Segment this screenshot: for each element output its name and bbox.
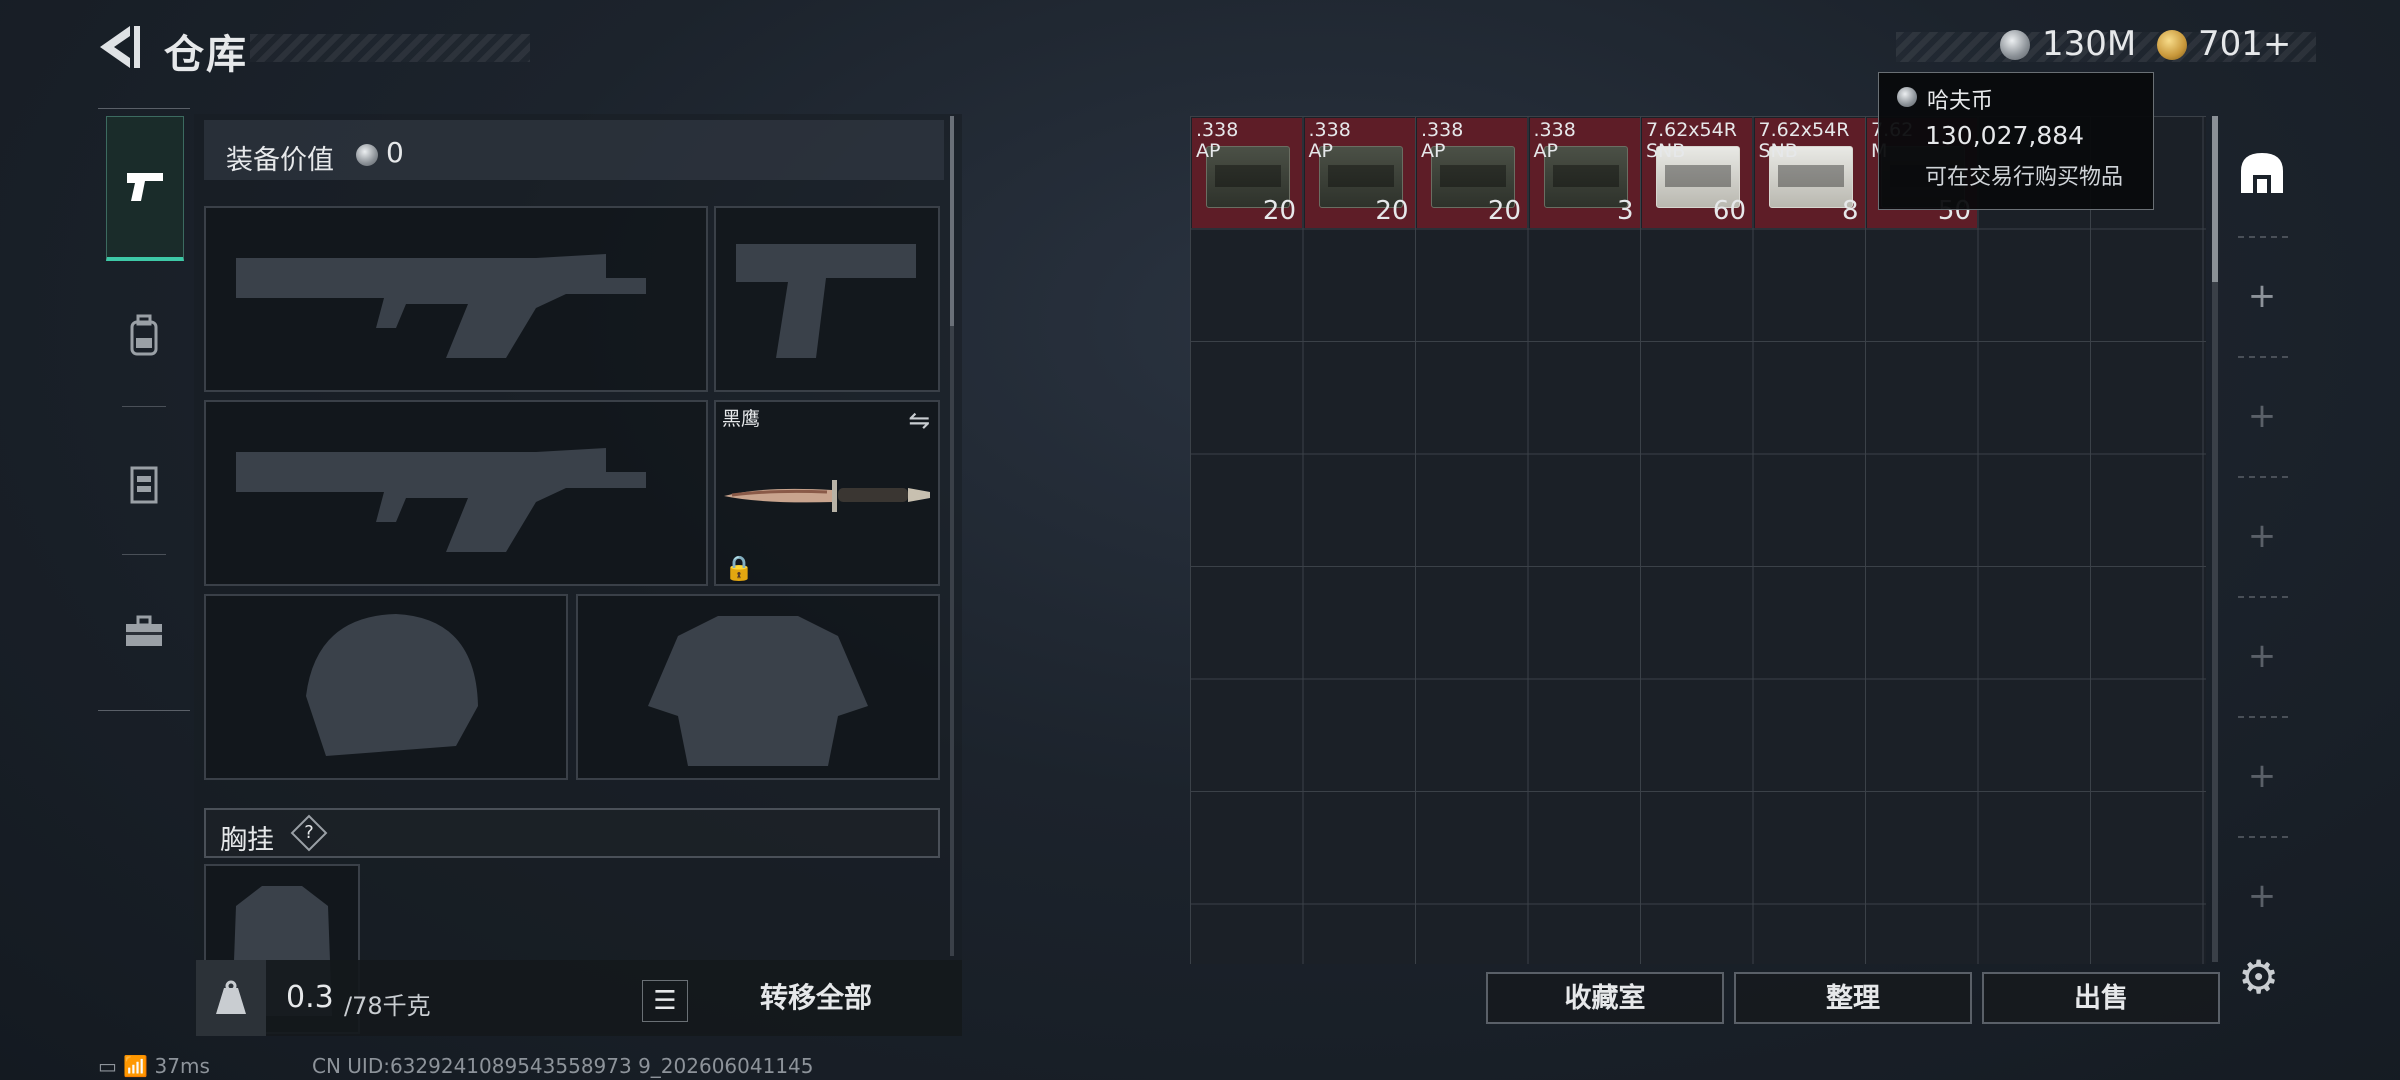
organize-button[interactable]: 整理 [1734, 972, 1972, 1024]
vest-icon [130, 466, 158, 504]
tooltip-currency-name: 哈夫币 [1927, 89, 1994, 114]
havoc-coin-balance[interactable]: 130M [2042, 24, 2136, 64]
secondary-weapon-slot[interactable] [204, 400, 708, 586]
weight-icon [196, 960, 266, 1036]
help-mark: ? [304, 822, 314, 843]
primary-weapon-slot[interactable] [204, 206, 708, 392]
chest-rig-header: 胸挂 ? [204, 808, 940, 858]
stash-item[interactable]: .338 AP 20 [1192, 118, 1302, 228]
tab-case[interactable] [106, 562, 182, 702]
melee-slot[interactable]: 黑鹰 ⇋ 🔒 [714, 400, 940, 586]
equipment-panel: 装备价值 0 黑鹰 ⇋ 🔒 胸挂 ? [194, 114, 962, 1034]
weight-bar: 0.3 /78千克 ☰ 转移全部 [196, 960, 962, 1036]
item-name: .338 AP [1421, 119, 1464, 162]
havoc-coin-icon [1897, 87, 1917, 107]
equipment-tabs [98, 108, 190, 712]
item-count: 20 [1262, 196, 1296, 226]
tooltip-currency-value: 130,027,884 [1925, 121, 2085, 150]
havoc-coin-icon [356, 144, 378, 166]
rifle-placeholder-icon [236, 254, 646, 358]
network-status: ▭ 📶 37ms [98, 1054, 210, 1078]
tab-weapons[interactable] [106, 116, 184, 261]
bunker-icon [2241, 153, 2283, 193]
pistol-slot[interactable] [714, 206, 940, 392]
page-title: 仓库 [164, 32, 248, 78]
currency-tooltip: 哈夫币 130,027,884 可在交易行购买物品 [1878, 72, 2154, 210]
add-container-button[interactable]: + [2246, 756, 2278, 796]
backpack-icon [130, 314, 158, 356]
user-uid: CN UID:6329241089543558973 9_20260604114… [312, 1054, 814, 1078]
back-arrow-icon[interactable] [96, 22, 142, 72]
stash-item[interactable]: 7.62x54R SNB 60 [1642, 118, 1752, 228]
weight-current: 0.3 [286, 980, 334, 1015]
body-armor-placeholder-icon [648, 616, 868, 766]
battery-icon: ▭ [98, 1054, 117, 1078]
stash-grid[interactable]: .338 AP 20 .338 AP 20 .338 AP 20 .338 AP 3 7.62x… [1190, 116, 2206, 964]
armor-slot[interactable] [576, 594, 940, 780]
item-name: .338 AP [1533, 119, 1576, 162]
add-container-button[interactable]: + [2246, 276, 2278, 316]
stash-item[interactable]: .338 AP 20 [1304, 118, 1415, 228]
item-name: .338 AP [1308, 119, 1351, 162]
weight-max: /78千克 [344, 992, 431, 1020]
equipment-value-label: 装备价值 [226, 145, 334, 176]
add-container-button[interactable]: + [2246, 636, 2278, 676]
hideout-tab[interactable] [2234, 144, 2290, 200]
list-view-button[interactable]: ☰ [642, 980, 688, 1022]
collection-room-button[interactable]: 收藏室 [1486, 972, 1724, 1024]
transfer-all-button[interactable]: 转移全部 [716, 978, 916, 1018]
stash-scrollbar[interactable] [2212, 116, 2218, 282]
item-count: 8 [1841, 196, 1859, 226]
add-container-button[interactable]: + [2246, 516, 2278, 556]
help-icon[interactable]: ? [290, 814, 328, 852]
pistol-placeholder-icon [736, 244, 916, 358]
stash-grid-cells[interactable] [1190, 116, 2206, 964]
equipment-value-bar: 装备价值 0 [204, 120, 944, 180]
chest-rig-label: 胸挂 [220, 825, 274, 856]
premium-coin-icon[interactable] [2157, 30, 2187, 60]
item-name: .338 AP [1196, 119, 1239, 162]
ping-value: 37ms [154, 1054, 210, 1078]
stash-item[interactable]: .338 AP 20 [1417, 118, 1527, 228]
title-decoration [250, 34, 530, 62]
equipment-value: 0 [386, 136, 404, 169]
add-container-button[interactable]: + [2246, 396, 2278, 436]
add-container-button[interactable]: + [2246, 876, 2278, 916]
swap-icon[interactable]: ⇋ [908, 406, 930, 436]
stash-item[interactable]: 7.62x54R SNB 8 [1754, 118, 1865, 228]
stash-item[interactable]: .338 AP 3 [1529, 118, 1640, 228]
item-name: 7.62x54R SNB [1646, 119, 1737, 162]
gear-icon[interactable]: ⚙ [2238, 950, 2279, 1004]
pistol-icon [127, 173, 163, 201]
tab-backpack[interactable] [106, 266, 182, 406]
wifi-icon: 📶 [123, 1054, 149, 1078]
lock-icon: 🔒 [724, 554, 754, 582]
melee-weapon-name: 黑鹰 [722, 408, 761, 430]
container-tabs: + + + + + + [2224, 116, 2300, 966]
rifle-placeholder-icon [236, 448, 646, 552]
premium-coin-balance[interactable]: 701+ [2198, 24, 2291, 64]
item-count: 20 [1487, 196, 1521, 226]
equipment-scrollbar[interactable] [950, 116, 954, 326]
briefcase-icon [126, 615, 162, 646]
item-count: 3 [1616, 196, 1634, 226]
item-name: 7.62x54R SNB [1758, 119, 1850, 162]
sell-button[interactable]: 出售 [1982, 972, 2220, 1024]
havoc-coin-icon[interactable] [2000, 30, 2030, 60]
tooltip-description: 可在交易行购买物品 [1925, 165, 2124, 190]
helmet-slot[interactable] [204, 594, 568, 780]
knife-icon [724, 480, 930, 512]
helmet-placeholder-icon [306, 614, 478, 756]
item-count: 20 [1375, 196, 1409, 226]
tab-armor[interactable] [106, 414, 182, 554]
item-count: 60 [1712, 196, 1746, 226]
